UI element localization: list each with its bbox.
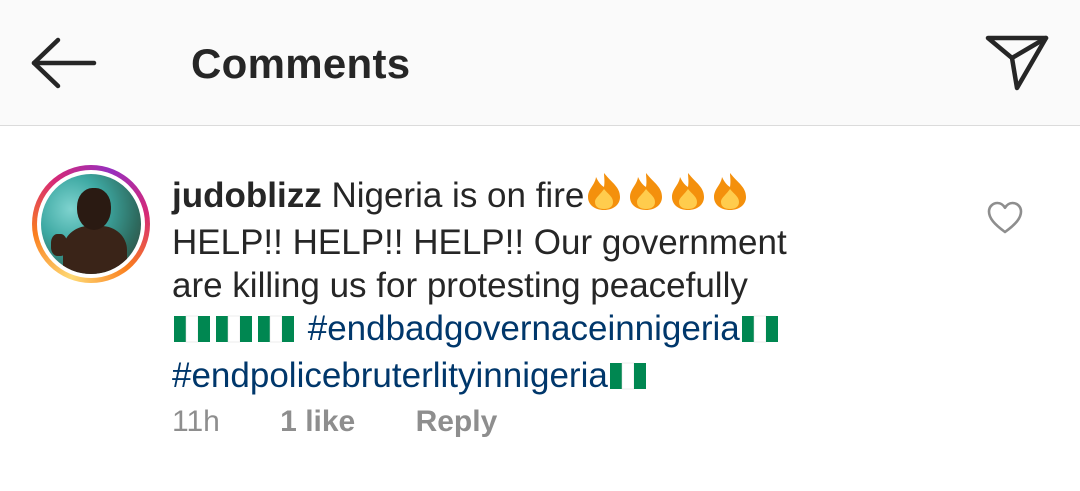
comment-like-count[interactable]: 1 like bbox=[280, 405, 355, 439]
hashtag-link[interactable]: #endpolicebruterlityinnigeria bbox=[172, 356, 608, 395]
nigeria-flag-icon bbox=[740, 311, 782, 354]
comment-username[interactable]: judoblizz bbox=[172, 176, 322, 215]
heart-outline-icon bbox=[987, 201, 1023, 234]
nigeria-flag-icon bbox=[174, 315, 210, 343]
fire-emoji-group bbox=[584, 171, 752, 221]
comment-text-line1: Nigeria is on fire bbox=[331, 176, 585, 215]
avatar bbox=[41, 174, 141, 274]
nigeria-flag-icon bbox=[258, 315, 294, 343]
reply-button[interactable]: Reply bbox=[416, 405, 498, 439]
share-button[interactable] bbox=[982, 30, 1052, 96]
like-comment-button[interactable] bbox=[986, 201, 1024, 235]
fire-icon bbox=[714, 173, 747, 210]
comment-text-body: HELP!! HELP!! HELP!! Our government are … bbox=[172, 223, 787, 305]
nigeria-flag-group bbox=[172, 311, 298, 354]
page-title: Comments bbox=[191, 40, 411, 87]
comment-meta: 11h 1 like Reply bbox=[172, 405, 497, 439]
top-bar: Comments bbox=[0, 0, 1080, 126]
comment-text: judoblizz Nigeria is on fire HELP!! HELP… bbox=[172, 171, 832, 401]
paper-plane-icon bbox=[985, 35, 1049, 91]
arrow-left-icon bbox=[31, 37, 97, 89]
nigeria-flag-icon bbox=[216, 315, 252, 343]
fire-icon bbox=[588, 173, 621, 210]
back-button[interactable] bbox=[28, 36, 98, 90]
fire-icon bbox=[630, 173, 663, 210]
hashtag-link[interactable]: #endbadgovernaceinnigeria bbox=[308, 309, 740, 348]
comment-item: judoblizz Nigeria is on fire HELP!! HELP… bbox=[0, 127, 1080, 491]
avatar-story-ring[interactable] bbox=[32, 165, 150, 283]
comment-timestamp: 11h bbox=[172, 405, 220, 438]
fire-icon bbox=[672, 173, 705, 210]
nigeria-flag-icon bbox=[608, 358, 650, 401]
